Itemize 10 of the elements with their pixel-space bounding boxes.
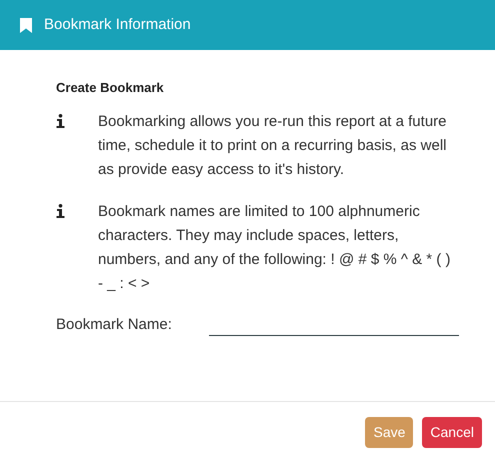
cancel-button[interactable]: Cancel (422, 417, 482, 448)
save-button[interactable]: Save (365, 417, 414, 448)
field-label: Bookmark Name: (56, 314, 173, 334)
info-text: Bookmark names are limited to 100 alphnumeric characters. They may include spaces, letters, numbers, and any of the following: ! @ # $ % ^ & * ( ) - _ : < > (98, 202, 452, 294)
info-icon (56, 204, 65, 218)
section-heading: Create Bookmark (56, 79, 165, 97)
bookmark-icon (20, 18, 32, 32)
dialog-title: Bookmark Information (44, 14, 191, 35)
info-text: Bookmarking allows you re-run this report at a future time, schedule it to print on a recurring basis, as well as provide easy access to it's history. (98, 112, 448, 180)
info-icon (56, 114, 65, 128)
